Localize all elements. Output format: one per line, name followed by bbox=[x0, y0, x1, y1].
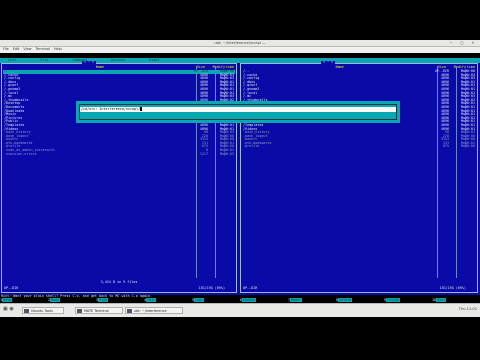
app-icon bbox=[24, 309, 29, 313]
right-file-panel[interactable]: < ~ > Name Size Modify time /.. UP--DIR Ma… bbox=[240, 60, 478, 293]
fkey-label: Help bbox=[2, 298, 13, 302]
quick-cd-dialog: /cd/src: Interference/scrapl/ bbox=[76, 101, 400, 123]
window-title: ubt: ~/Interference/scrapl — bbox=[214, 40, 266, 45]
right-disk-usage: 13G/19G (69%) bbox=[439, 286, 466, 290]
terminal-icon bbox=[127, 309, 132, 313]
text-cursor bbox=[140, 107, 143, 111]
right-footer-info: UP--DIR bbox=[243, 286, 258, 290]
left-footer-info: UP--DIR bbox=[4, 286, 19, 290]
menu-help[interactable]: Help bbox=[54, 47, 62, 52]
file-time: 20:00 bbox=[464, 144, 475, 149]
taskbar-item-tools[interactable]: Ubuntu Tools bbox=[22, 307, 64, 314]
taskbar-item-label: Ubuntu Tools bbox=[31, 309, 53, 313]
fkey-label: View bbox=[98, 298, 109, 302]
right-panel-footer: UP--DIR 13G/19G (69%) bbox=[242, 286, 476, 291]
fkey-label: RenMov bbox=[242, 298, 257, 302]
terminal-icon bbox=[77, 309, 82, 313]
file-row[interactable]: .profile 675 May 20:00 bbox=[242, 145, 476, 149]
fkey-label: Delete bbox=[338, 298, 353, 302]
file-size: 1217 bbox=[199, 151, 208, 156]
file-size: 675 bbox=[442, 144, 449, 149]
taskbar-item-label: ubt: ~/Interference bbox=[134, 309, 167, 313]
terminal-area: < ~ > Name Size Modify time /.. UP--DIR Ma… bbox=[0, 60, 480, 295]
fkey-label: Edit bbox=[146, 298, 157, 302]
left-file-panel[interactable]: < ~ > Name Size Modify time /.. UP--DIR Ma… bbox=[1, 60, 237, 293]
window-titlebar[interactable]: ubt: ~/Interference/scrapl — – □ × bbox=[0, 40, 480, 47]
left-panel-path[interactable]: < ~ > bbox=[82, 60, 97, 65]
quick-cd-input-value: /cd/src: Interference/scrapl/ bbox=[81, 107, 141, 111]
fkey-label: Quit bbox=[436, 298, 447, 302]
taskbar-item-terminal[interactable]: MATE Terminal bbox=[75, 307, 123, 314]
fkey-label: PullDn bbox=[386, 298, 401, 302]
menu-terminal[interactable]: Terminal bbox=[36, 47, 50, 52]
taskbar-item-label: MATE Terminal bbox=[84, 309, 109, 313]
terminal-menubar: File Edit View Terminal Help bbox=[0, 47, 480, 53]
fkey-label: Mkdir bbox=[290, 298, 303, 302]
menu-view[interactable]: View bbox=[23, 47, 31, 52]
taskbar-item-window[interactable]: ubt: ~/Interference bbox=[125, 307, 183, 314]
taskbar: ▣ ◉ Ubuntu Tools MATE Terminal ubt: ~/In… bbox=[0, 303, 480, 317]
menu-edit[interactable]: Edit bbox=[13, 47, 20, 52]
left-panel-summary: 3,424 B in 9 files bbox=[100, 280, 138, 285]
file-time: 20:03 bbox=[223, 151, 234, 156]
left-disk-usage: 13G/19G (69%) bbox=[198, 286, 225, 290]
fkey-label: Copy bbox=[194, 298, 205, 302]
fkey-label: Menu bbox=[50, 298, 61, 302]
right-panel-path[interactable]: < ~ > bbox=[321, 60, 336, 65]
quicklaunch-icons[interactable]: ▣ ◉ bbox=[3, 307, 14, 312]
file-name: .profile bbox=[243, 144, 260, 149]
menu-file[interactable]: File bbox=[3, 47, 9, 52]
clock[interactable]: Thu 11:01 bbox=[459, 307, 477, 312]
file-name: .xsession-errors bbox=[4, 151, 37, 156]
file-row[interactable]: .xsession-errors 1217 May 20:03 bbox=[3, 151, 235, 157]
left-panel-footer: UP--DIR 13G/19G (69%) bbox=[3, 286, 235, 291]
window-controls[interactable]: – □ × bbox=[450, 41, 477, 45]
quick-cd-input[interactable]: /cd/src: Interference/scrapl/ bbox=[80, 107, 396, 112]
